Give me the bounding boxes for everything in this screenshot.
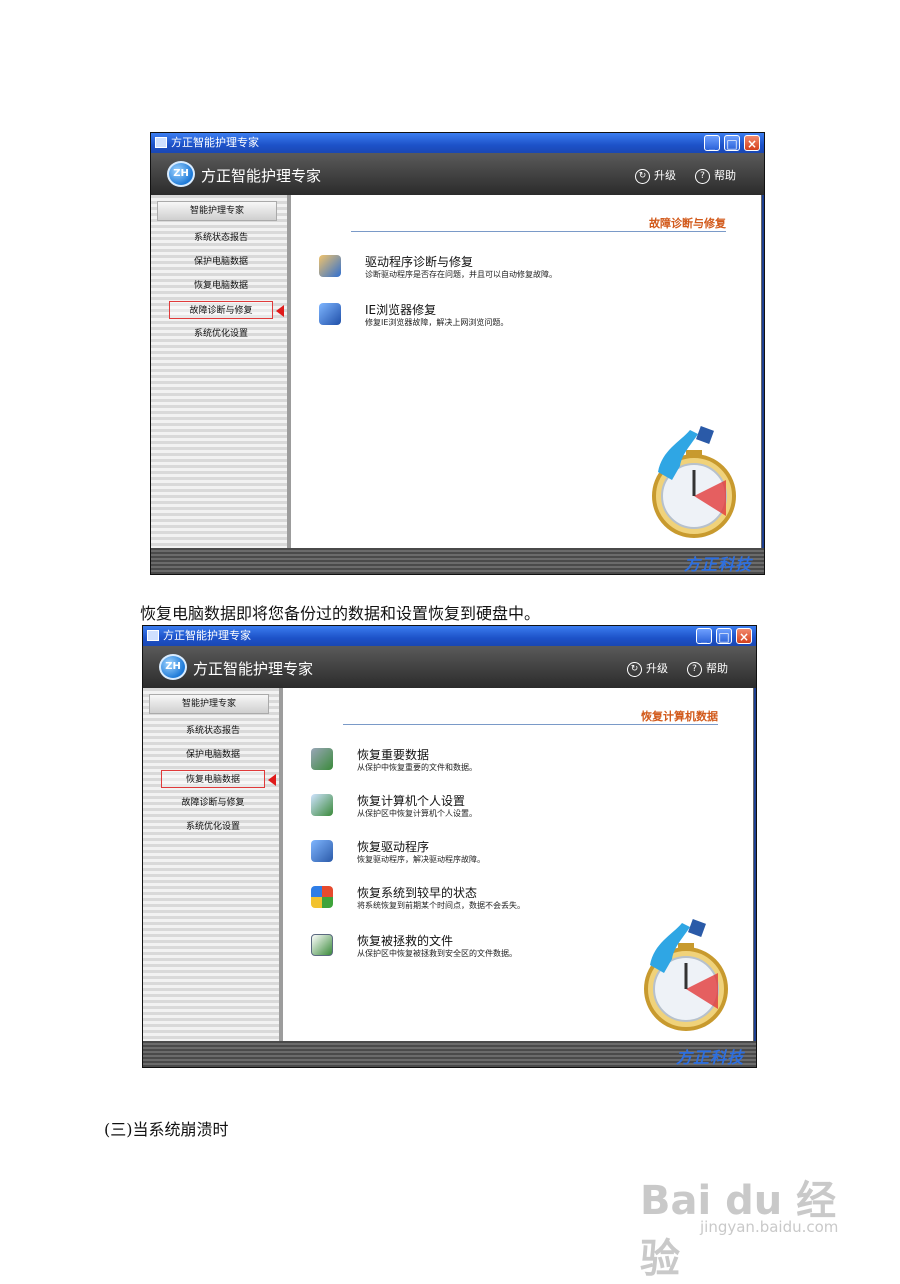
watermark-url: jingyan.baidu.com <box>700 1218 839 1236</box>
minimize-button[interactable]: _ <box>696 628 712 644</box>
active-arrow-icon <box>268 774 276 786</box>
content-panel: 恢复计算机数据 恢复重要数据 从保护中恢复重要的文件和数据。 恢复计算机个人设置… <box>279 688 754 1041</box>
help-link[interactable]: ? 帮助 <box>695 167 736 184</box>
section-divider <box>351 231 726 232</box>
sidebar-header: 智能护理专家 <box>149 694 269 714</box>
action-desc: 恢复驱动程序，解决驱动程序故障。 <box>357 855 485 864</box>
screenshot-restore-data: 方正智能护理专家 _ □ × ZH 方正智能护理专家 ↻ 升级 ? 帮助 智能护理专… <box>142 625 757 1068</box>
update-icon: ↻ <box>627 661 642 677</box>
content-border <box>761 195 762 548</box>
window-title: 方正智能护理专家 <box>163 629 251 642</box>
action-desc: 修复IE浏览器故障，解决上网浏览问题。 <box>365 318 509 327</box>
active-arrow-icon <box>276 305 284 317</box>
screenshot-fault-diagnosis: 方正智能护理专家 _ □ × ZH 方正智能护理专家 ↻ 升级 ? 帮助 智能护理专… <box>150 132 765 575</box>
app-title: 方正智能护理专家 <box>201 167 322 185</box>
action-desc: 从保护区中恢复被拯救到安全区的文件数据。 <box>357 949 517 958</box>
action-title: 驱动程序诊断与修复 <box>365 255 474 269</box>
sidebar-item-system-report[interactable]: 系统状态报告 <box>169 229 273 247</box>
section-title: 恢复计算机数据 <box>641 710 718 723</box>
app-window-icon <box>147 630 159 641</box>
update-link[interactable]: ↻ 升级 <box>627 660 668 677</box>
sidebar-item-system-report[interactable]: 系统状态报告 <box>161 722 265 740</box>
window-titlebar: 方正智能护理专家 _ □ × <box>143 626 756 646</box>
sidebar-item-protect-data[interactable]: 保护电脑数据 <box>161 746 265 764</box>
brand-logo: 方正科技 <box>683 555 752 574</box>
action-title: 恢复被拯救的文件 <box>357 934 454 948</box>
update-link[interactable]: ↻ 升级 <box>635 167 676 184</box>
caption-text: 恢复电脑数据即将您备份过的数据和设置恢复到硬盘中。 <box>140 604 541 623</box>
stopwatch-runner-icon <box>652 426 736 538</box>
sidebar: 智能护理专家 系统状态报告 保护电脑数据 恢复电脑数据 故障诊断与修复 系统优化… <box>143 688 279 1041</box>
action-desc: 从保护中恢复重要的文件和数据。 <box>357 763 477 772</box>
footer-bar: 方正科技 <box>143 1041 756 1067</box>
restore-driver-icon <box>311 840 333 862</box>
sidebar-item-diagnosis[interactable]: 故障诊断与修复 <box>169 301 284 319</box>
sidebar-item-protect-data[interactable]: 保护电脑数据 <box>169 253 273 271</box>
app-header: ZH 方正智能护理专家 ↻ 升级 ? 帮助 <box>151 153 764 195</box>
zh-logo-icon: ZH <box>167 161 195 187</box>
close-button[interactable]: × <box>736 628 752 644</box>
section-divider <box>343 724 718 725</box>
sidebar-item-label: 恢复电脑数据 <box>185 775 240 785</box>
action-desc: 从保护区中恢复计算机个人设置。 <box>357 809 477 818</box>
sidebar-item-restore-data[interactable]: 恢复电脑数据 <box>169 277 273 295</box>
rescued-file-icon <box>311 934 333 956</box>
windows-icon <box>311 886 333 908</box>
minimize-button[interactable]: _ <box>704 135 720 151</box>
sidebar-header: 智能护理专家 <box>157 201 277 221</box>
section-heading: (三)当系统崩溃时 <box>104 1120 229 1139</box>
window-titlebar: 方正智能护理专家 _ □ × <box>151 133 764 153</box>
sidebar-item-optimize[interactable]: 系统优化设置 <box>169 325 273 343</box>
app-header: ZH 方正智能护理专家 ↻ 升级 ? 帮助 <box>143 646 756 688</box>
action-title: 恢复驱动程序 <box>357 840 430 854</box>
action-title: 恢复系统到较早的状态 <box>357 886 478 900</box>
action-title: IE浏览器修复 <box>365 303 437 317</box>
action-desc: 将系统恢复到前期某个时间点，数据不会丢失。 <box>357 901 525 910</box>
restore-data-icon <box>311 748 333 770</box>
action-desc: 诊断驱动程序是否存在问题，并且可以自动修复故障。 <box>365 270 557 279</box>
window-title: 方正智能护理专家 <box>171 136 259 149</box>
sidebar-item-optimize[interactable]: 系统优化设置 <box>161 818 265 836</box>
action-title: 恢复计算机个人设置 <box>357 794 466 808</box>
content-panel: 故障诊断与修复 驱动程序诊断与修复 诊断驱动程序是否存在问题，并且可以自动修复故… <box>287 195 762 548</box>
maximize-button[interactable]: □ <box>716 628 732 644</box>
sidebar: 智能护理专家 系统状态报告 保护电脑数据 恢复电脑数据 故障诊断与修复 系统优化… <box>151 195 287 548</box>
content-border <box>753 688 754 1041</box>
zh-logo-icon: ZH <box>159 654 187 680</box>
sidebar-item-restore-data[interactable]: 恢复电脑数据 <box>161 770 276 788</box>
sidebar-item-diagnosis[interactable]: 故障诊断与修复 <box>161 794 265 812</box>
help-icon: ? <box>695 168 710 184</box>
driver-repair-icon <box>319 255 341 277</box>
brand-logo: 方正科技 <box>675 1048 744 1067</box>
maximize-button[interactable]: □ <box>724 135 740 151</box>
app-window-icon <box>155 137 167 148</box>
section-title: 故障诊断与修复 <box>649 217 726 230</box>
action-title: 恢复重要数据 <box>357 748 430 762</box>
footer-bar: 方正科技 <box>151 548 764 574</box>
help-link[interactable]: ? 帮助 <box>687 660 728 677</box>
stopwatch-runner-icon <box>644 919 728 1031</box>
close-button[interactable]: × <box>744 135 760 151</box>
ie-repair-icon <box>319 303 341 325</box>
help-icon: ? <box>687 661 702 677</box>
app-title: 方正智能护理专家 <box>193 660 314 678</box>
update-icon: ↻ <box>635 168 650 184</box>
baidu-watermark: Bai du 经验 jingyan.baidu.com <box>640 1150 860 1282</box>
restore-settings-icon <box>311 794 333 816</box>
sidebar-item-label: 故障诊断与修复 <box>189 306 253 316</box>
